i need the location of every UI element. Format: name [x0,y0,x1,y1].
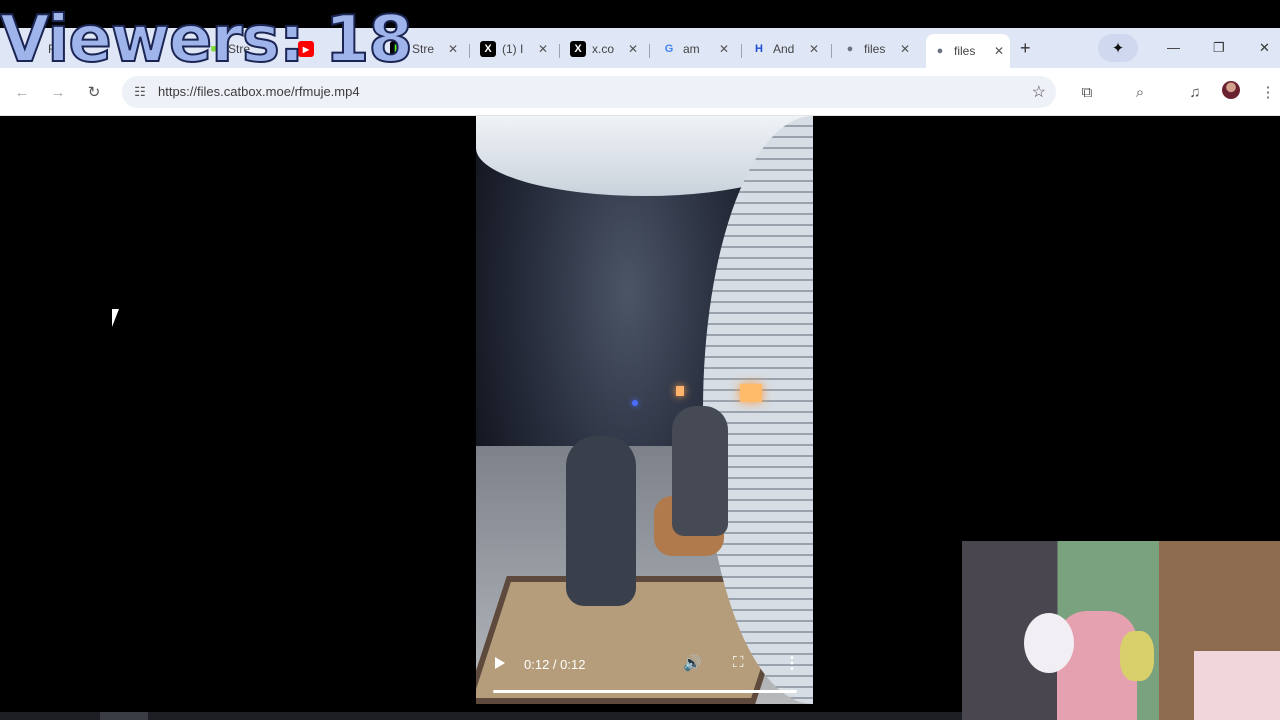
tab-x-2[interactable]: X x.co ✕ [564,34,644,64]
tab-h[interactable]: H And ✕ [745,34,825,64]
video-time: 0:12 / 0:12 [524,657,586,672]
horizontal-scrollbar[interactable] [0,712,962,720]
minimize-button[interactable]: — [1167,40,1180,55]
tab-files-1[interactable]: ● files ✕ [836,34,916,64]
tab-title: files [954,44,976,58]
lens-search-icon[interactable]: ⌕ [1130,82,1150,102]
tab-title: x.co [592,42,615,56]
extensions-icon[interactable]: ⧉ [1077,82,1097,102]
tab-close-icon[interactable]: ✕ [809,42,819,56]
x-icon: X [570,41,586,57]
back-button[interactable]: ← [12,82,32,102]
browser-window: ✓ R ■ Stre ▶ K Stre ✕ X (1) I ✕ X x.co ✕ [0,0,1280,720]
close-window-button[interactable]: ✕ [1259,40,1270,56]
video-progress-bar[interactable] [493,690,797,693]
tab-google[interactable]: G am ✕ [655,34,735,64]
video-controls: 0:12 / 0:12 🔊 ⛶ ⋮ [476,648,813,704]
tab-title: Stre [412,42,435,56]
reload-button[interactable]: ↻ [84,82,104,102]
viewer-count-overlay: Viewers: 18 [0,3,414,77]
browser-menu-icon[interactable]: ⋮ [1258,82,1278,102]
webcam-overlay [962,541,1280,720]
tab-title: (1) I [502,42,524,56]
site-info-icon[interactable]: ☷ [130,82,150,102]
tab-close-icon[interactable]: ✕ [719,42,729,56]
video-player[interactable] [476,116,813,704]
profile-avatar[interactable] [1222,81,1240,99]
gemini-icon[interactable]: ✦ [1098,34,1138,62]
tab-close-icon[interactable]: ✕ [538,42,548,56]
mouse-cursor-icon [112,309,126,327]
forward-button[interactable]: → [48,82,68,102]
tab-title: am [683,42,700,56]
plush-toy [1024,613,1074,673]
tab-close-icon[interactable]: ✕ [628,42,638,56]
tab-close-icon[interactable]: ✕ [900,42,910,56]
volume-icon[interactable]: 🔊 [683,654,702,672]
x-icon: X [480,41,496,57]
tab-x-1[interactable]: X (1) I ✕ [474,34,554,64]
tab-close-icon[interactable]: ✕ [448,42,458,56]
media-controls-icon[interactable]: ♫ [1185,82,1205,102]
tab-title: And [773,42,795,56]
new-tab-button[interactable]: + [1020,38,1031,59]
h-site-icon: H [755,43,763,55]
address-bar[interactable]: ☷ https://files.catbox.moe/rfmuje.mp4 ☆ [122,76,1056,108]
tab-title: files [864,42,886,56]
scrollbar-thumb[interactable] [100,712,148,720]
tab-files-active[interactable]: ● files ✕ [926,34,1010,68]
restore-button[interactable]: ❐ [1213,40,1225,56]
bookmark-star-icon[interactable]: ☆ [1032,82,1046,102]
masked-cat [566,436,636,606]
masked-dog [672,406,728,536]
globe-icon: ● [846,43,854,55]
globe-icon: ● [936,45,944,57]
tab-close-icon[interactable]: ✕ [994,44,1004,58]
url-text[interactable]: https://files.catbox.moe/rfmuje.mp4 [158,84,360,99]
more-options-icon[interactable]: ⋮ [784,653,800,673]
play-button[interactable] [495,657,505,669]
fullscreen-icon[interactable]: ⛶ [733,654,744,671]
google-icon: G [664,43,674,55]
